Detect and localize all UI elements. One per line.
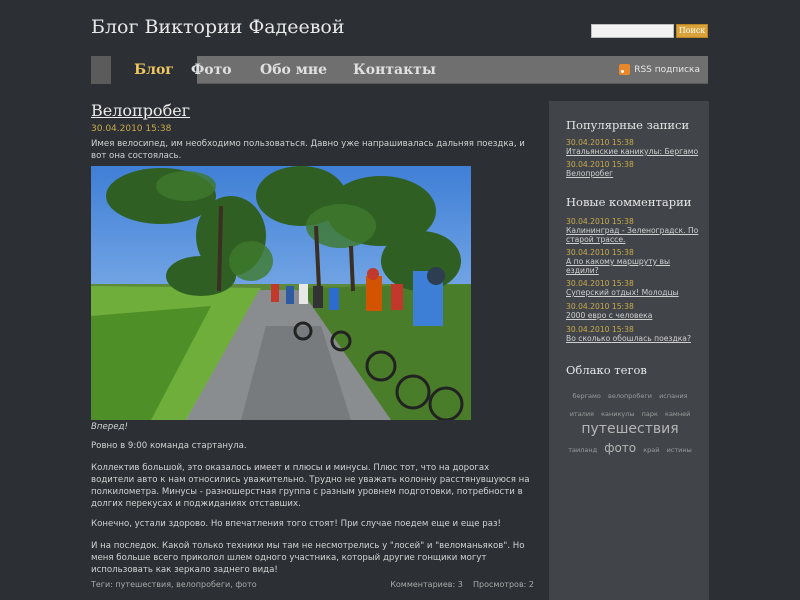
- views-count: Просмотров: 2: [473, 580, 534, 589]
- tag-cloud-link[interactable]: камней: [665, 410, 690, 418]
- popular-post-link[interactable]: Велопробег: [566, 169, 701, 178]
- post-tag-link[interactable]: велопробеги: [176, 580, 230, 589]
- tag-cloud-link[interactable]: италия: [570, 410, 594, 418]
- comment-date: 30.04.2010 15:38: [566, 325, 634, 334]
- tag-cloud-link[interactable]: край: [643, 446, 659, 454]
- rss-icon: [619, 64, 631, 75]
- post-stats: Комментариев: 3 Просмотров: 2: [390, 580, 534, 589]
- tag-cloud-link[interactable]: испания: [659, 392, 687, 400]
- post-paragraph: Коллектив большой, это оказалось имеет и…: [91, 463, 530, 509]
- tag-cloud-link[interactable]: парк: [642, 410, 658, 418]
- sidebar: Популярные записи 30.04.2010 15:38 Италь…: [549, 101, 709, 600]
- comment-item: 30.04.2010 15:38 А по какому маршруту вы…: [566, 248, 701, 275]
- popular-post-item: 30.04.2010 15:38 Велопробег: [566, 160, 701, 178]
- comment-item: 30.04.2010 15:38 Суперский отдых! Молодц…: [566, 279, 701, 297]
- popular-post-date: 30.04.2010 15:38: [566, 138, 634, 147]
- comment-link[interactable]: 2000 евро с человека: [566, 311, 701, 320]
- post-paragraph: Ровно в 9:00 команда стартанула.: [91, 441, 247, 451]
- comment-item: 30.04.2010 15:38 Во сколько обошлась пое…: [566, 325, 701, 343]
- nav-item-contacts[interactable]: Контакты: [353, 56, 436, 84]
- rss-label: RSS подписка: [634, 64, 700, 75]
- popular-post-item: 30.04.2010 15:38 Итальянские каникулы: Б…: [566, 138, 701, 156]
- tag-cloud-link[interactable]: бергамо: [573, 392, 601, 400]
- post-tag-link[interactable]: фото: [235, 580, 256, 589]
- post-tags: Теги: путешествия, велопробеги, фото: [91, 580, 257, 589]
- nav-item-about[interactable]: Обо мне: [260, 56, 327, 84]
- new-comments-heading: Новые комментарии: [566, 195, 692, 209]
- post-tag-link[interactable]: путешествия: [115, 580, 171, 589]
- post-paragraph: Конечно, устали здорово. Но впечатления …: [91, 519, 501, 529]
- comments-link[interactable]: Комментариев: 3: [390, 580, 463, 589]
- tag-cloud-link[interactable]: истины: [667, 446, 692, 454]
- nav-item-blog[interactable]: Блог: [111, 56, 197, 84]
- nav-item-photo[interactable]: Фото: [191, 56, 232, 84]
- comment-date: 30.04.2010 15:38: [566, 302, 634, 311]
- comment-item: 30.04.2010 15:38 Калининград - Зеленогра…: [566, 217, 701, 244]
- tag-cloud-link[interactable]: велопробеги: [608, 392, 652, 400]
- comment-link[interactable]: Калининград - Зеленоградск. По старой тр…: [566, 226, 701, 244]
- post-intro: Имея велосипед, им необходимо пользовать…: [91, 139, 525, 161]
- post-date: 30.04.2010 15:38: [91, 124, 172, 134]
- comment-link[interactable]: А по какому маршруту вы ездили?: [566, 257, 701, 275]
- comment-date: 30.04.2010 15:38: [566, 279, 634, 288]
- tag-cloud: бергамо велопробеги испания италия каник…: [566, 384, 694, 455]
- tag-cloud-link[interactable]: путешествия: [581, 421, 678, 437]
- nav-left-stub: [91, 56, 111, 84]
- comment-link[interactable]: Суперский отдых! Молодцы: [566, 288, 701, 297]
- main-nav: Блог Фото Обо мне Контакты RSS подписка: [91, 56, 708, 84]
- comment-link[interactable]: Во сколько обошлась поездка?: [566, 334, 701, 343]
- tag-cloud-heading: Облако тегов: [566, 363, 647, 377]
- comment-item: 30.04.2010 15:38 2000 евро с человека: [566, 302, 701, 320]
- rss-link[interactable]: RSS подписка: [619, 64, 700, 75]
- post-title[interactable]: Велопробег: [91, 101, 190, 120]
- tag-cloud-link[interactable]: фото: [604, 441, 636, 455]
- comment-date: 30.04.2010 15:38: [566, 248, 634, 257]
- popular-posts-heading: Популярные записи: [566, 118, 690, 132]
- site-title[interactable]: Блог Виктории Фадеевой: [91, 16, 345, 38]
- popular-post-date: 30.04.2010 15:38: [566, 160, 634, 169]
- cycling-photo-illustration: [91, 166, 471, 420]
- search-button[interactable]: Поиск: [676, 24, 708, 38]
- post-photo: [91, 166, 471, 420]
- tag-cloud-link[interactable]: таиланд: [568, 446, 597, 454]
- tags-prefix: Теги:: [91, 580, 113, 589]
- image-caption: Вперед!: [91, 422, 128, 432]
- search-input[interactable]: [591, 24, 674, 38]
- comment-date: 30.04.2010 15:38: [566, 217, 634, 226]
- popular-post-link[interactable]: Итальянские каникулы: Бергамо: [566, 147, 701, 156]
- post-paragraph: И на последок. Какой только техники мы т…: [91, 541, 525, 575]
- tag-cloud-link[interactable]: каникулы: [601, 410, 634, 418]
